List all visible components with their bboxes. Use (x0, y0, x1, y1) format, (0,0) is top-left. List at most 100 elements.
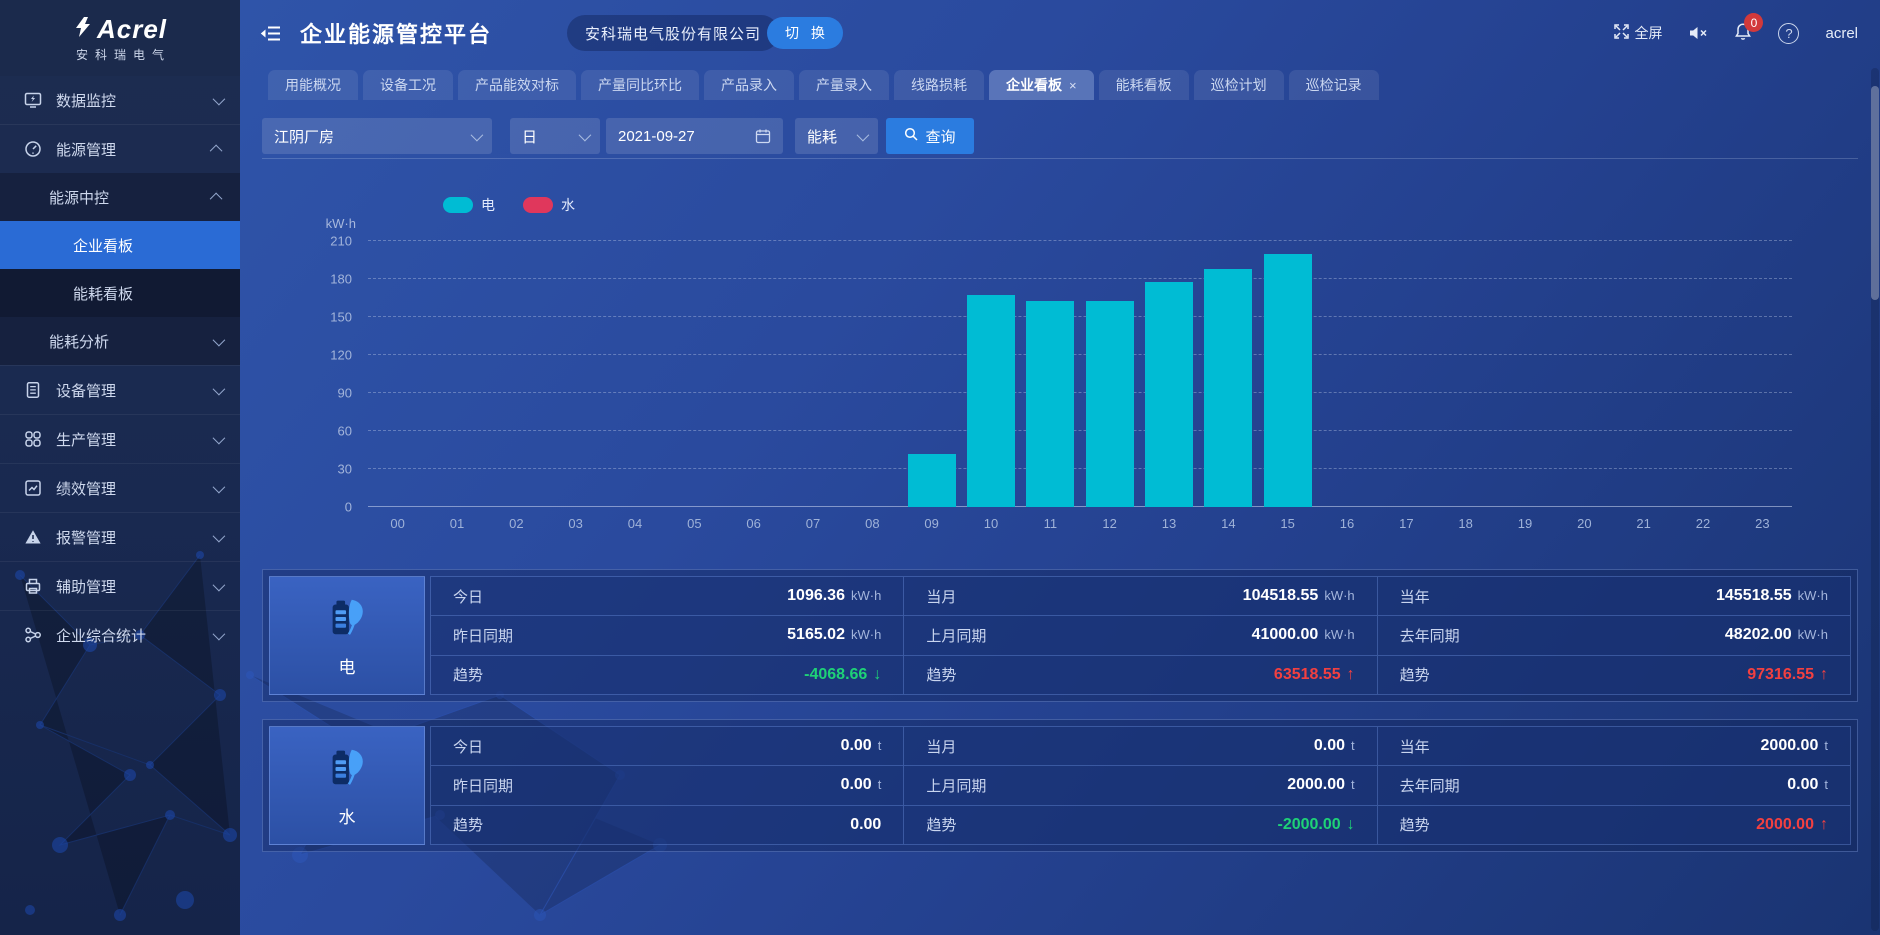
chart-bar-series0-hour-10[interactable] (967, 295, 1015, 507)
period-select[interactable]: 日 (510, 118, 600, 154)
x-tick-label: 11 (1044, 516, 1058, 531)
date-picker[interactable]: 2021-09-27 (606, 118, 783, 154)
sidebar-item-energy-analysis[interactable]: 能耗分析 (0, 317, 240, 365)
sidebar-item-assist-mgmt[interactable]: 辅助管理 (0, 561, 240, 610)
stats-row: 趋势63518.55↑ (904, 656, 1376, 694)
stat-label: 趋势 (453, 664, 483, 685)
page-scrollbar[interactable] (1871, 68, 1879, 931)
tab-output-compare[interactable]: 产量同比环比 (581, 70, 699, 100)
tab-output-entry[interactable]: 产量录入 (799, 70, 889, 100)
medium-tile-water: 水 (269, 726, 425, 845)
fullscreen-button[interactable]: 全屏 (1614, 23, 1662, 43)
tab-device-status[interactable]: 设备工况 (363, 70, 453, 100)
sidebar: Acrel 安科瑞电气 数据监控能源管理能源中控企业看板能耗看板能耗分析设备管理… (0, 0, 240, 935)
stat-value: 0.00t (1787, 776, 1828, 794)
stat-label: 趋势 (453, 814, 483, 835)
username[interactable]: acrel (1825, 25, 1858, 42)
main-area: 企业能源管控平台 安科瑞电气股份有限公司 切 换 全屏 0 ? acrel (240, 0, 1880, 935)
header: 企业能源管控平台 安科瑞电气股份有限公司 切 换 全屏 0 ? acrel (240, 0, 1880, 66)
x-tick-label: 08 (865, 516, 879, 531)
legend-item[interactable]: 电 (443, 195, 495, 215)
trend-up-arrow: ↑ (1347, 666, 1355, 684)
query-button-label: 查询 (925, 126, 955, 147)
stats-column: 今日0.00t昨日同期0.00t趋势0.00 (431, 727, 903, 844)
tab-product-entry[interactable]: 产品录入 (704, 70, 794, 100)
brand-name: Acrel (97, 14, 167, 45)
help-icon[interactable]: ? (1778, 23, 1799, 44)
content: 江阴厂房 日 2021-09-27 能耗 (240, 100, 1880, 852)
stat-label: 当年 (1400, 736, 1430, 757)
sidebar-item-label: 企业看板 (73, 235, 222, 256)
tab-label: 巡检记录 (1306, 75, 1362, 95)
tab-label: 线路损耗 (911, 75, 967, 95)
fullscreen-label: 全屏 (1634, 23, 1662, 43)
sidebar-item-label: 生产管理 (56, 429, 213, 450)
stats-column: 当月0.00t上月同期2000.00t趋势-2000.00↓ (903, 727, 1376, 844)
tab-label: 产量录入 (816, 75, 872, 95)
sidebar-item-performance-mgmt[interactable]: 绩效管理 (0, 463, 240, 512)
metric-select[interactable]: 能耗 (795, 118, 878, 154)
x-tick-label: 18 (1458, 516, 1472, 531)
stat-value: 0.00t (1314, 737, 1355, 755)
chevron-down-icon (213, 431, 226, 444)
tab-patrol-plan[interactable]: 巡检计划 (1194, 70, 1284, 100)
tab-close-icon[interactable]: × (1069, 78, 1077, 93)
sidebar-item-label: 能耗分析 (49, 331, 213, 352)
app-root: Acrel 安科瑞电气 数据监控能源管理能源中控企业看板能耗看板能耗分析设备管理… (0, 0, 1880, 935)
tab-label: 产量同比环比 (598, 75, 682, 95)
stats-column: 今日1096.36kW·h昨日同期5165.02kW·h趋势-4068.66↓ (431, 577, 903, 694)
gridline (368, 354, 1792, 355)
tab-product-benchmark[interactable]: 产品能效对标 (458, 70, 576, 100)
stat-number: 0.00 (841, 737, 872, 755)
switch-company-button[interactable]: 切 换 (767, 17, 843, 49)
gridline (368, 392, 1792, 393)
chart-bar-series0-hour-12[interactable] (1086, 301, 1134, 507)
mute-sound-icon[interactable] (1688, 25, 1708, 41)
tab-patrol-record[interactable]: 巡检记录 (1289, 70, 1379, 100)
tab-line-loss[interactable]: 线路损耗 (894, 70, 984, 100)
tab-energy-overview[interactable]: 用能概况 (268, 70, 358, 100)
stat-label: 去年同期 (1400, 625, 1460, 646)
tab-enterprise-board[interactable]: 企业看板× (989, 70, 1094, 100)
stat-value: 0.00 t (841, 737, 882, 755)
tab-energy-board[interactable]: 能耗看板 (1099, 70, 1189, 100)
stats-row: 当年145518.55kW·h (1378, 577, 1850, 616)
legend-item[interactable]: 水 (523, 195, 575, 215)
stats-row: 当月0.00t (904, 727, 1376, 766)
scrollbar-thumb[interactable] (1871, 86, 1879, 300)
stat-unit: t (878, 738, 882, 753)
chart-bar-series0-hour-15[interactable] (1264, 254, 1312, 507)
query-button[interactable]: 查询 (886, 118, 974, 154)
x-tick-label: 00 (390, 516, 404, 531)
sidebar-item-alarm-mgmt[interactable]: 报警管理 (0, 512, 240, 561)
sidebar-item-device-mgmt[interactable]: 设备管理 (0, 365, 240, 414)
calendar-icon (755, 128, 771, 144)
chart-bar-series0-hour-14[interactable] (1204, 269, 1252, 507)
fullscreen-icon (1614, 24, 1629, 42)
stats-row: 今日1096.36kW·h (431, 577, 903, 616)
chart-bar-series0-hour-11[interactable] (1026, 301, 1074, 507)
sidebar-item-data-monitor[interactable]: 数据监控 (0, 76, 240, 124)
notifications-button[interactable]: 0 (1734, 22, 1752, 44)
sidebar-item-energy-board[interactable]: 能耗看板 (0, 269, 240, 317)
sidebar-item-production-mgmt[interactable]: 生产管理 (0, 414, 240, 463)
sidebar-item-enterprise-board[interactable]: 企业看板 (0, 221, 240, 269)
stat-label: 上月同期 (926, 625, 986, 646)
chart-bar-series0-hour-09[interactable] (908, 454, 956, 507)
stats-column: 当月104518.55kW·h上月同期41000.00kW·h趋势63518.5… (903, 577, 1376, 694)
legend-label: 水 (561, 195, 575, 215)
stats-row: 上月同期41000.00kW·h (904, 616, 1376, 655)
sidebar-item-enterprise-stats[interactable]: 企业综合统计 (0, 610, 240, 659)
factory-select[interactable]: 江阴厂房 (262, 118, 492, 154)
chart-bar-series0-hour-13[interactable] (1145, 282, 1193, 507)
sidebar-menu: 数据监控能源管理能源中控企业看板能耗看板能耗分析设备管理生产管理绩效管理报警管理… (0, 76, 240, 659)
chart-legend: 电水 (443, 195, 575, 215)
sidebar-item-energy-mgmt[interactable]: 能源管理 (0, 124, 240, 173)
stat-value: 0.00 (850, 816, 881, 834)
gridline (368, 316, 1792, 317)
collapse-menu-icon[interactable] (260, 23, 284, 43)
y-tick-label: 180 (330, 272, 352, 287)
medium-tile-electric: 电 (269, 576, 425, 695)
stats-table: 今日1096.36kW·h昨日同期5165.02kW·h趋势-4068.66↓当… (430, 576, 1851, 695)
sidebar-item-energy-center[interactable]: 能源中控 (0, 173, 240, 221)
